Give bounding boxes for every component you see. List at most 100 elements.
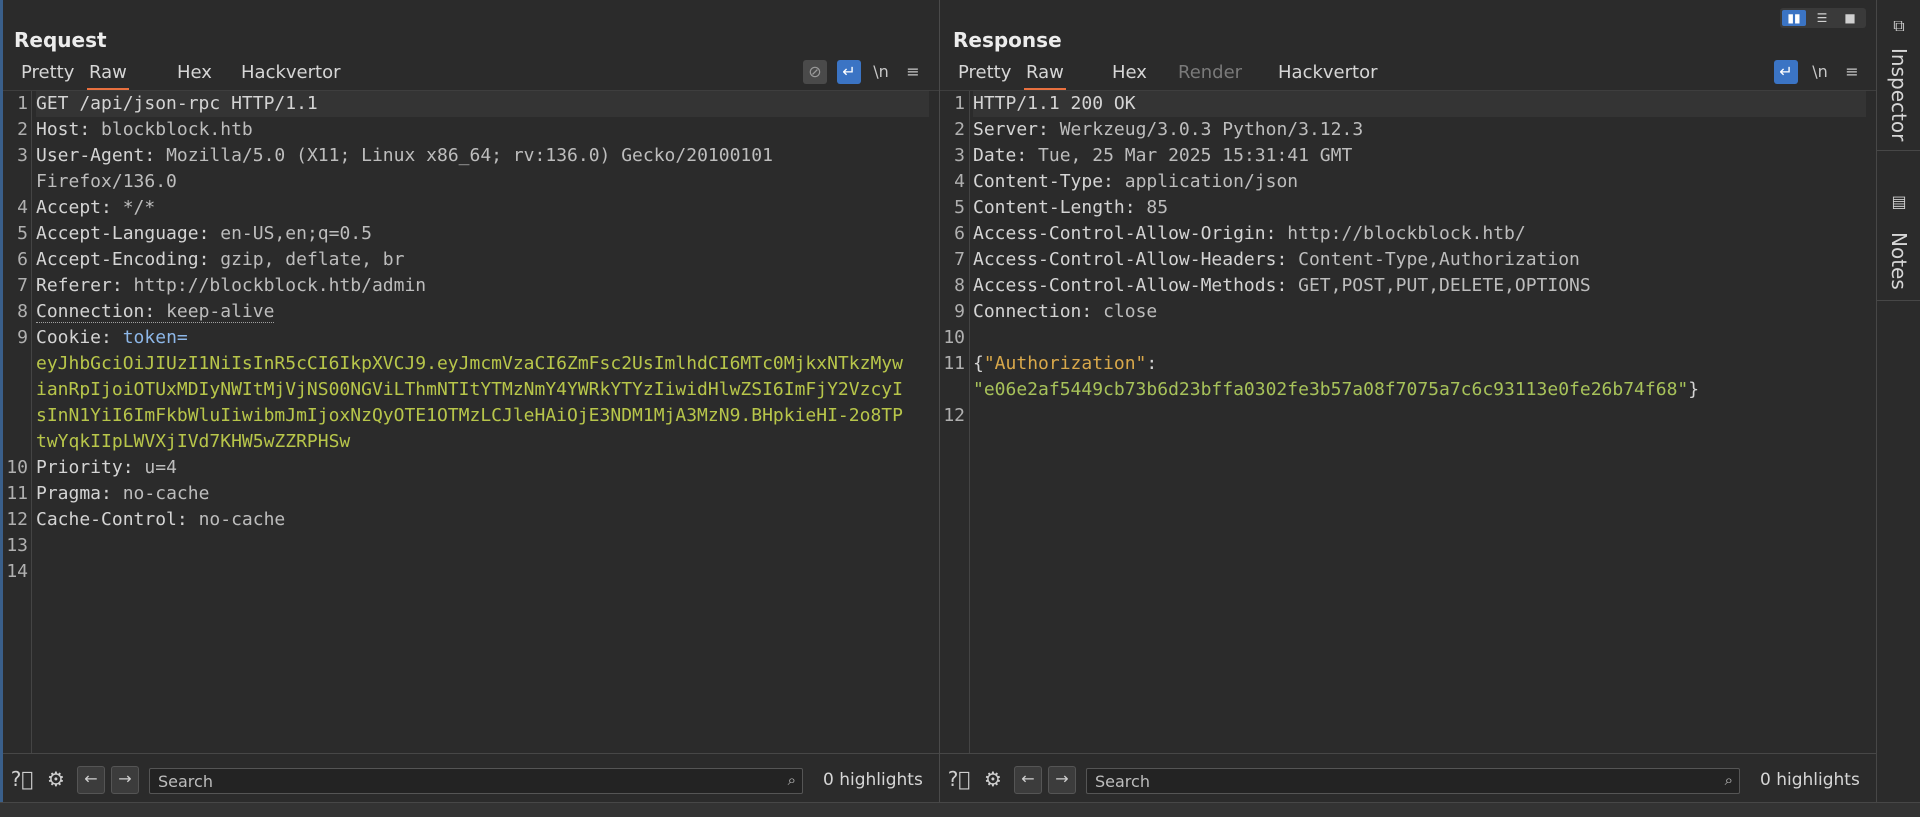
line-number: 8 — [17, 301, 28, 322]
line-number: 11 — [6, 483, 28, 504]
word-wrap-icon[interactable]: ↵ — [837, 60, 861, 84]
header-value: */* — [122, 197, 156, 218]
tab-hex[interactable]: Hex — [1110, 60, 1149, 88]
header-value: GET,POST,PUT,DELETE,OPTIONS — [1298, 275, 1591, 296]
request-editor[interactable]: 1 2 3 4 5 6 7 8 9 10 11 12 13 14 GET /ap… — [3, 90, 939, 754]
response-line: Date: Tue, 25 Mar 2025 15:31:41 GMT — [973, 145, 1353, 166]
line-number: 13 — [6, 535, 28, 556]
help-icon[interactable]: ?⃝ — [946, 766, 972, 792]
json-value: "e06e2af5449cb73b6d23bffa0302fe3b57a08f7… — [973, 379, 1689, 400]
response-search-field: ⌕ — [1086, 768, 1740, 794]
line-number: 3 — [954, 145, 965, 166]
line-number: 14 — [6, 561, 28, 582]
line-number: 4 — [17, 197, 28, 218]
word-wrap-icon[interactable]: ↵ — [1774, 60, 1798, 84]
request-line: Accept-Encoding: gzip, deflate, br — [36, 249, 405, 270]
json-colon: : — [1146, 353, 1158, 374]
header-value: u=4 — [144, 457, 177, 478]
request-line: Pragma: no-cache — [36, 483, 210, 504]
request-line-text: GET /api/json-rpc HTTP/1.1 — [36, 93, 318, 114]
response-line-numbers: 1 2 3 4 5 6 7 8 9 10 11 12 — [940, 91, 970, 754]
line-number: 9 — [17, 327, 28, 348]
next-match-arrow-icon[interactable]: → — [1048, 766, 1076, 794]
header-name: Cookie — [36, 327, 102, 348]
header-name: Cache-Control — [36, 509, 177, 530]
previous-match-arrow-icon[interactable]: ← — [77, 766, 105, 794]
line-number: 10 — [6, 457, 28, 478]
header-value: Werkzeug/3.0.3 Python/3.12.3 — [1059, 119, 1364, 140]
request-line: Accept-Language: en-US,en;q=0.5 — [36, 223, 372, 244]
request-search-input[interactable] — [156, 770, 747, 792]
line-number: 1 — [954, 93, 965, 114]
request-line: Host: blockblock.htb — [36, 119, 253, 140]
line-number: 8 — [954, 275, 965, 296]
layout-side-by-side-icon[interactable]: ▮▮ — [1782, 10, 1806, 26]
tab-hackvertor[interactable]: Hackvertor — [1276, 60, 1379, 88]
previous-match-arrow-icon[interactable]: ← — [1014, 766, 1042, 794]
line-number: 9 — [954, 301, 965, 322]
tab-hex[interactable]: Hex — [175, 60, 214, 88]
next-match-arrow-icon[interactable]: → — [111, 766, 139, 794]
header-name: User-Agent — [36, 145, 145, 166]
inspector-label: Inspector — [1887, 48, 1911, 142]
editor-menu-icon[interactable]: ≡ — [1840, 60, 1864, 84]
line-number: 1 — [17, 93, 28, 114]
header-name: Host — [36, 119, 80, 140]
response-pane: Response Pretty Raw Hex Render Hackverto… — [940, 0, 1877, 803]
show-newlines-button[interactable]: \n — [869, 60, 893, 84]
header-name: Content-Type — [973, 171, 1104, 192]
header-name: Content-Length — [973, 197, 1125, 218]
hide-nonprintable-icon[interactable]: ⊘ — [803, 60, 827, 84]
show-newlines-button[interactable]: \n — [1808, 60, 1832, 84]
response-line: Access-Control-Allow-Origin: http://bloc… — [973, 223, 1526, 244]
tab-render[interactable]: Render — [1176, 60, 1244, 88]
layout-single-icon[interactable]: ■ — [1838, 10, 1862, 26]
inspector-tab[interactable]: ⧉ Inspector — [1877, 0, 1920, 151]
request-line: Accept: */* — [36, 197, 156, 218]
header-name: Referer — [36, 275, 112, 296]
tab-pretty[interactable]: Pretty — [19, 60, 76, 88]
search-icon[interactable]: ⌕ — [1725, 771, 1733, 789]
settings-gear-icon[interactable]: ⚙ — [980, 766, 1006, 792]
header-name: Accept-Language — [36, 223, 199, 244]
request-line: Referer: http://blockblock.htb/admin — [36, 275, 427, 296]
request-line: Cookie: token= — [36, 327, 188, 348]
request-line: GET /api/json-rpc HTTP/1.1 — [36, 91, 929, 117]
request-search-field: ⌕ — [149, 768, 803, 794]
line-number: 10 — [943, 327, 965, 348]
header-name: Priority — [36, 457, 123, 478]
inspector-sidebar: ⧉ Inspector ▤ Notes — [1876, 0, 1920, 802]
notes-tab[interactable]: ▤ Notes — [1877, 150, 1920, 301]
line-number: 5 — [17, 223, 28, 244]
notes-label: Notes — [1887, 232, 1911, 290]
tab-pretty[interactable]: Pretty — [956, 60, 1013, 88]
line-number: 6 — [17, 249, 28, 270]
response-editor[interactable]: 1 2 3 4 5 6 7 8 9 10 11 12 HTTP/1.1 200 … — [940, 90, 1876, 754]
jwt-token: ianRpIjoiOTUxMDIyNWItMjVjNS00NGViLThmNTI… — [36, 379, 903, 400]
help-icon[interactable]: ?⃝ — [9, 766, 35, 792]
jwt-line: eyJhbGciOiJIUzI1NiIsInR5cCI6IkpXVCJ9.eyJ… — [36, 351, 929, 377]
inspector-sliders-icon: ⧉ — [1893, 16, 1905, 35]
tab-hackvertor[interactable]: Hackvertor — [239, 60, 342, 88]
window-bottom-edge — [0, 802, 1920, 817]
request-search-bar: ?⃝ ⚙ ← → ⌕ 0 highlights — [3, 753, 939, 803]
response-line: Access-Control-Allow-Headers: Content-Ty… — [973, 249, 1580, 270]
header-value: en-US,en;q=0.5 — [220, 223, 372, 244]
response-search-bar: ?⃝ ⚙ ← → ⌕ 0 highlights — [940, 753, 1876, 803]
header-name: Connection — [36, 301, 145, 322]
tab-raw[interactable]: Raw — [1024, 60, 1066, 91]
settings-gear-icon[interactable]: ⚙ — [43, 766, 69, 792]
line-number: 11 — [943, 353, 965, 374]
json-key: "Authorization" — [983, 353, 1147, 374]
search-icon[interactable]: ⌕ — [788, 771, 796, 789]
tab-raw[interactable]: Raw — [87, 60, 129, 91]
layout-stacked-icon[interactable]: ☰ — [1810, 10, 1834, 26]
editor-menu-icon[interactable]: ≡ — [901, 60, 925, 84]
response-search-input[interactable] — [1093, 770, 1684, 792]
json-brace: } — [1688, 379, 1700, 400]
header-value: http://blockblock.htb/ — [1287, 223, 1526, 244]
line-number: 12 — [943, 405, 965, 426]
header-name: Accept — [36, 197, 102, 218]
response-line: Connection: close — [973, 301, 1158, 322]
header-name: Access-Control-Allow-Headers — [973, 249, 1277, 270]
